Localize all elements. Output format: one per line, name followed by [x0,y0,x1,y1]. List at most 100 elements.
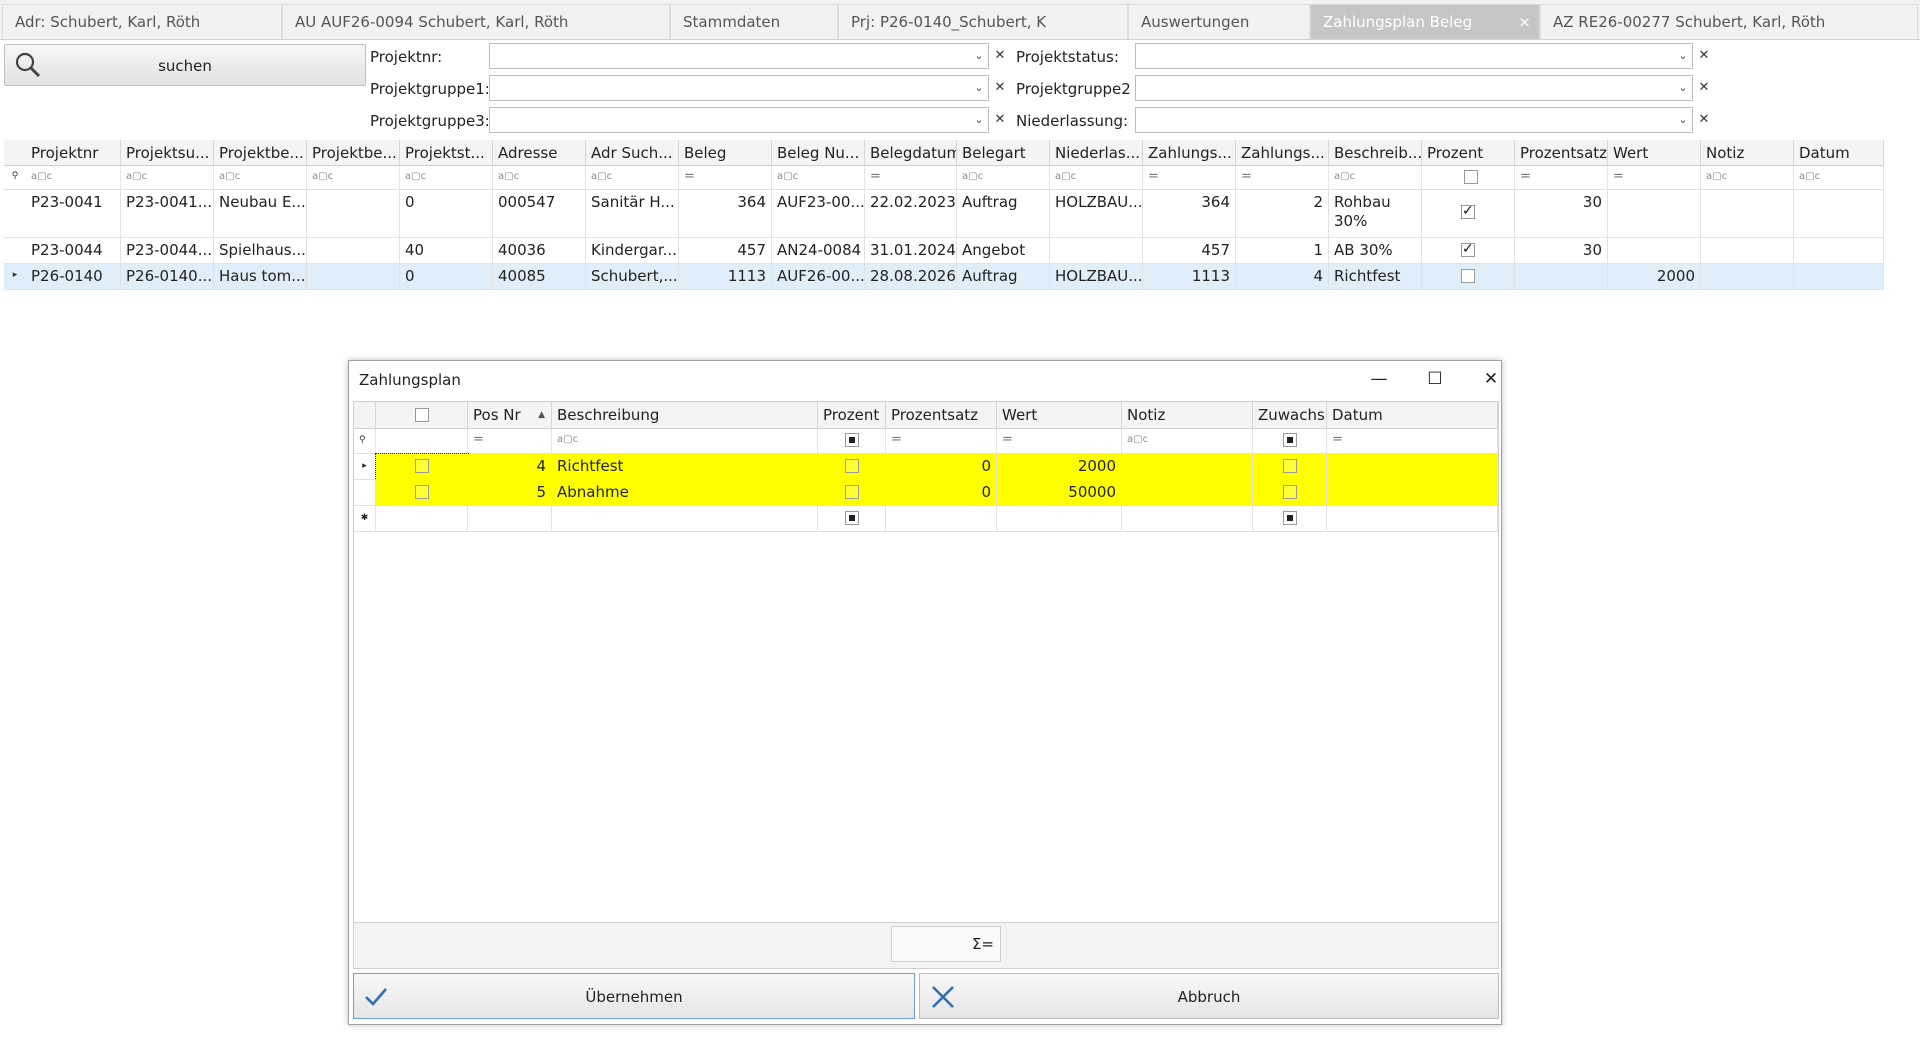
tab-invoice[interactable]: AZ RE26-00277 Schubert, Karl, Röth [1540,4,1918,39]
table-cell[interactable] [1327,454,1498,480]
projektstatus-combo[interactable]: ⌄ [1135,43,1693,69]
filter-cell[interactable]: a▢c [586,166,679,190]
table-cell[interactable] [1794,238,1884,264]
table-cell[interactable] [1050,238,1143,264]
table-cell[interactable]: 30 [1515,190,1608,238]
clear-icon[interactable]: ✕ [1696,108,1712,132]
chevron-down-icon[interactable]: ⌄ [970,76,988,100]
checkbox-cell[interactable] [1253,506,1327,532]
table-cell[interactable]: 364 [679,190,772,238]
table-cell[interactable] [1515,264,1608,290]
table-cell[interactable]: 2000 [997,454,1122,480]
checkbox-cell[interactable] [818,454,886,480]
column-header[interactable]: Belegdatum [865,140,957,166]
projektgruppe1-combo[interactable]: ⌄ [489,75,989,101]
filter-cell[interactable]: a▢c [493,166,586,190]
table-cell[interactable]: Auftrag [957,190,1050,238]
table-row[interactable]: ▸ 4 Richtfest 0 2000 [354,453,1498,481]
table-cell[interactable]: Schubert,... [586,264,679,290]
column-header[interactable]: Pos Nr ▲ [468,402,552,429]
table-cell[interactable]: Sanitär H... [586,190,679,238]
prozent-checkbox[interactable] [844,485,859,499]
table-cell[interactable] [1422,264,1515,290]
chevron-down-icon[interactable]: ⌄ [1674,76,1692,100]
table-cell[interactable] [1327,480,1498,506]
checkbox-cell[interactable] [1253,454,1327,480]
row-select-checkbox[interactable] [414,485,429,499]
table-cell[interactable] [1794,264,1884,290]
clear-icon[interactable]: ✕ [992,108,1008,132]
select-all-header[interactable] [376,402,468,429]
close-icon[interactable]: × [1518,5,1531,39]
filter-cell[interactable]: = [1515,166,1608,190]
table-cell[interactable] [1122,506,1253,532]
filter-cell[interactable] [376,429,468,454]
tab-zahlungsplan-beleg[interactable]: Zahlungsplan Beleg × [1310,4,1540,39]
tab-stammdaten[interactable]: Stammdaten [670,4,838,39]
table-cell[interactable] [1701,238,1794,264]
table-cell[interactable] [997,506,1122,532]
table-cell[interactable]: 000547 [493,190,586,238]
chevron-down-icon[interactable]: ⌄ [1674,108,1692,132]
abbruch-button[interactable]: Abbruch [919,973,1499,1019]
column-header[interactable]: Beschreib... [1329,140,1422,166]
column-header[interactable]: Projektsu... [121,140,214,166]
checkbox-cell[interactable] [818,480,886,506]
table-cell[interactable]: 30 [1515,238,1608,264]
table-cell[interactable] [1122,480,1253,506]
table-cell[interactable] [1701,190,1794,238]
select-all-checkbox[interactable] [414,408,429,422]
table-cell[interactable]: Kindergar... [586,238,679,264]
table-cell[interactable]: HOLZBAU... [1050,190,1143,238]
column-header[interactable]: Notiz [1701,140,1794,166]
table-cell[interactable] [1422,238,1515,264]
column-header[interactable]: Beleg Nu... [772,140,865,166]
column-header[interactable]: Belegart [957,140,1050,166]
table-row[interactable]: 5 Abnahme 0 50000 [354,480,1498,506]
table-cell[interactable]: Auftrag [957,264,1050,290]
table-cell[interactable]: AUF23-00... [772,190,865,238]
prozent-checkbox[interactable] [844,459,859,473]
column-header[interactable]: Datum [1794,140,1884,166]
table-cell[interactable]: 364 [1143,190,1236,238]
table-cell[interactable]: AUF26-00... [772,264,865,290]
filter-cell[interactable]: a▢c [957,166,1050,190]
clear-icon[interactable]: ✕ [992,76,1008,100]
table-cell[interactable]: 457 [1143,238,1236,264]
checkbox-cell[interactable] [1253,480,1327,506]
clear-icon[interactable]: ✕ [1696,44,1712,68]
filter-cell[interactable]: a▢c [772,166,865,190]
column-header[interactable]: Projektnr [26,140,121,166]
table-cell[interactable]: 4 [468,454,552,480]
filter-cell[interactable]: = [679,166,772,190]
filter-cell[interactable]: a▢c [1329,166,1422,190]
table-cell[interactable]: Spielhaus... [214,238,307,264]
tab-order[interactable]: AU AUF26-0094 Schubert, Karl, Röth [282,4,670,39]
table-cell[interactable]: Neubau E... [214,190,307,238]
prozent-checkbox[interactable] [1461,269,1475,283]
filter-cell[interactable] [1422,166,1515,190]
table-cell[interactable] [1794,190,1884,238]
table-cell[interactable]: Angebot [957,238,1050,264]
filter-checkbox[interactable] [1463,170,1478,184]
filter-cell[interactable]: a▢c [1701,166,1794,190]
table-cell[interactable]: 2000 [1608,264,1701,290]
column-header[interactable]: Adr Such... [586,140,679,166]
column-header[interactable]: Projektbe... [214,140,307,166]
chevron-down-icon[interactable]: ⌄ [970,108,988,132]
filter-cell[interactable]: = [1608,166,1701,190]
table-cell[interactable] [307,264,400,290]
table-cell[interactable]: 40 [400,238,493,264]
table-cell[interactable] [468,506,552,532]
column-header[interactable]: Wert [1608,140,1701,166]
checkbox-cell[interactable] [375,453,469,481]
filter-cell[interactable]: a▢c [214,166,307,190]
table-cell[interactable]: 457 [679,238,772,264]
filter-cell[interactable]: a▢c [1050,166,1143,190]
filter-cell[interactable]: = [468,429,552,454]
table-cell[interactable]: P26-0140 [26,264,121,290]
table-cell[interactable]: 0 [400,264,493,290]
search-button[interactable]: suchen [4,44,366,86]
table-cell[interactable] [307,190,400,238]
filter-cell[interactable]: = [1236,166,1329,190]
